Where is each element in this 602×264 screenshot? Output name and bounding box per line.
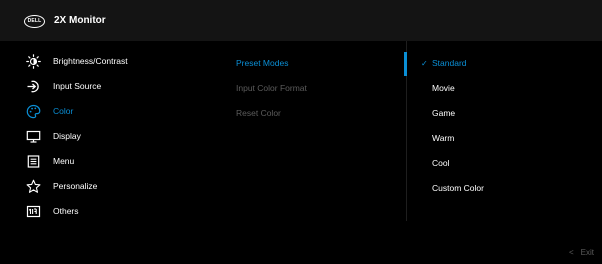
menu-item-label: Display	[53, 131, 81, 141]
option-cool[interactable]: Cool	[408, 154, 602, 174]
input-source-icon	[27, 80, 39, 93]
submenu-reset-color: Reset Color	[236, 108, 281, 118]
check-icon: ✓	[421, 59, 428, 68]
chevron-left-icon: <	[569, 248, 574, 257]
menu-icon	[27, 155, 40, 168]
option-custom-color[interactable]: Custom Color	[408, 179, 602, 199]
menu-item-label: Input Source	[53, 81, 102, 91]
monitor-title: 2X Monitor	[54, 15, 106, 26]
exit-button[interactable]: < Exit	[569, 248, 594, 258]
osd-header: DELL 2X Monitor	[0, 0, 602, 41]
dell-logo: DELL	[24, 15, 45, 28]
option-standard[interactable]: ✓ Standard	[408, 54, 602, 74]
menu-item-brightness-contrast[interactable]: Brightness/Contrast	[0, 52, 210, 72]
option-label: Warm	[432, 133, 455, 143]
option-label: Game	[432, 108, 456, 118]
menu-item-color[interactable]: Color	[0, 102, 210, 122]
option-warm[interactable]: Warm	[408, 129, 602, 149]
menu-item-label: Others	[53, 206, 79, 216]
brightness-icon	[26, 54, 41, 69]
option-label: Cool	[432, 158, 450, 168]
option-game[interactable]: Game	[408, 104, 602, 124]
menu-item-others[interactable]: Others	[0, 202, 210, 222]
color-palette-icon	[26, 104, 41, 119]
menu-item-input-source[interactable]: Input Source	[0, 77, 210, 97]
menu-item-display[interactable]: Display	[0, 127, 210, 147]
option-label: Custom Color	[432, 183, 484, 193]
dell-logo-text: DELL	[27, 18, 42, 24]
option-label: Movie	[432, 83, 455, 93]
menu-item-label: Brightness/Contrast	[53, 56, 128, 66]
submenu-preset-modes[interactable]: Preset Modes	[236, 58, 288, 69]
menu-item-label: Color	[53, 106, 74, 116]
monitor-osd: DELL 2X Monitor Brightness/Contrast Inpu…	[0, 0, 602, 264]
menu-item-label: Personalize	[53, 181, 98, 191]
menu-item-personalize[interactable]: Personalize	[0, 177, 210, 197]
submenu-input-color-format: Input Color Format	[236, 83, 307, 93]
menu-item-menu[interactable]: Menu	[0, 152, 210, 172]
display-icon	[26, 130, 41, 143]
exit-label: Exit	[580, 248, 595, 257]
star-icon	[26, 179, 41, 193]
option-label: Standard	[432, 58, 467, 68]
option-movie[interactable]: Movie	[408, 79, 602, 99]
others-icon	[26, 205, 41, 218]
selection-marker	[404, 52, 407, 76]
menu-item-label: Menu	[53, 156, 75, 166]
